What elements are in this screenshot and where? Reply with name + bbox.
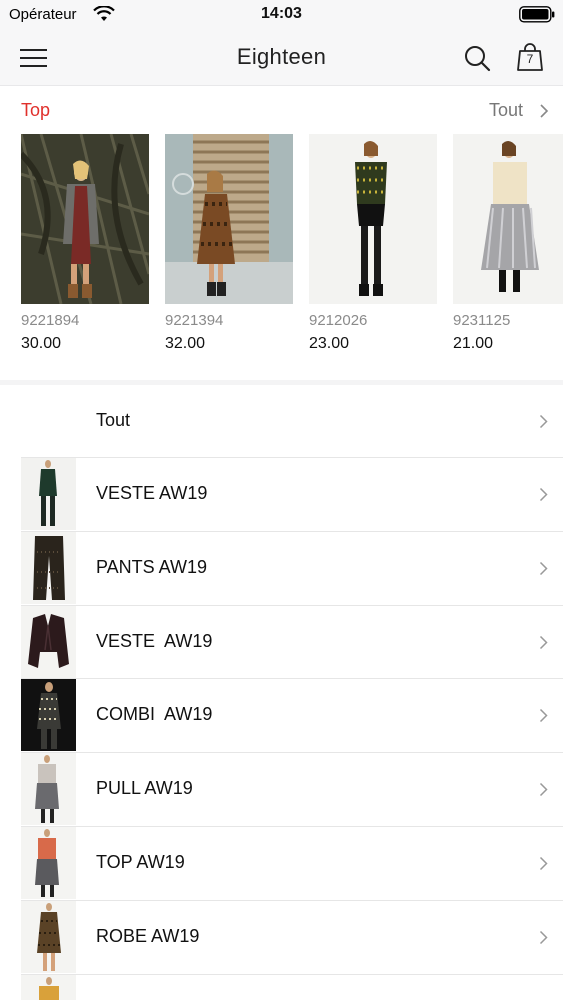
- product-photo[interactable]: [453, 134, 563, 304]
- chevron-right-icon: [539, 709, 548, 723]
- product-card[interactable]: 9231125 21.00: [453, 134, 563, 353]
- category-label: VESTE AW19: [96, 483, 208, 503]
- product-code: 9221894: [21, 312, 80, 329]
- product-photo[interactable]: [309, 134, 437, 304]
- list-item[interactable]: TOP AW19: [21, 826, 563, 901]
- category-thumbnail: [21, 974, 76, 1000]
- top-section-header: Top Tout: [0, 86, 563, 134]
- chevron-right-icon: [539, 783, 548, 797]
- list-item[interactable]: COMBI AW19: [21, 679, 563, 754]
- category-thumbnail: [21, 826, 76, 899]
- product-price: 30.00: [21, 335, 62, 352]
- product-code: 9231125: [453, 312, 511, 329]
- category-label: COMBI AW19: [96, 704, 213, 725]
- category-label: PANTS AW19: [96, 556, 208, 577]
- list-item[interactable]: [21, 974, 563, 1000]
- chevron-right-icon: [539, 856, 548, 871]
- product-price: 32.00: [165, 335, 206, 352]
- top-see-all-link[interactable]: Tout: [489, 100, 523, 121]
- chevron-right-icon: [539, 414, 548, 429]
- top-products-carousel[interactable]: 9221894 30.00 9221394 32.00 9212026 23.0…: [21, 134, 563, 364]
- product-photo[interactable]: [165, 134, 293, 304]
- list-item[interactable]: VESTE AW19: [21, 605, 563, 680]
- category-label: Tout: [96, 410, 131, 430]
- category-thumbnail: [21, 679, 76, 752]
- product-card[interactable]: 9221394 32.00: [165, 134, 295, 353]
- category-label: VESTE AW19: [96, 630, 213, 651]
- product-code: 9221394: [165, 312, 224, 329]
- list-item[interactable]: Tout: [21, 385, 563, 458]
- nav-bar: Eighteen 7: [0, 30, 563, 86]
- top-section-title: Top: [21, 100, 51, 120]
- category-label: TOP AW19: [96, 851, 185, 872]
- shopping-bag-button[interactable]: 7: [516, 42, 544, 72]
- category-thumbnail: [21, 605, 76, 678]
- list-item[interactable]: ROBE AW19: [21, 900, 563, 975]
- product-price: 21.00: [453, 335, 494, 352]
- status-bar: Opérateur 14:03: [0, 0, 563, 30]
- list-item[interactable]: PANTS AW19: [21, 531, 563, 606]
- list-item[interactable]: PULL AW19: [21, 753, 563, 827]
- chevron-right-icon: [539, 930, 548, 944]
- chevron-right-icon[interactable]: [539, 103, 549, 119]
- product-code: 9212026: [309, 312, 368, 329]
- chevron-right-icon: [539, 561, 548, 575]
- category-list: Tout VESTE AW19 PANTS AW19 VESTE AW19 CO…: [0, 385, 563, 1000]
- list-item[interactable]: VESTE AW19: [21, 458, 563, 532]
- product-card[interactable]: 9212026 23.00: [309, 134, 439, 353]
- category-label: PULL AW19: [96, 778, 193, 799]
- product-card[interactable]: 9221894 30.00: [21, 134, 151, 353]
- battery-icon: [519, 6, 555, 23]
- cart-count-badge: 7: [526, 52, 534, 66]
- product-price: 23.00: [309, 335, 350, 352]
- search-icon[interactable]: [463, 44, 491, 72]
- category-thumbnail: [21, 753, 76, 826]
- category-thumbnail: [21, 531, 76, 604]
- clock: 14:03: [261, 5, 302, 22]
- category-thumbnail: [21, 458, 76, 530]
- category-label: ROBE AW19: [96, 925, 200, 946]
- chevron-right-icon: [539, 635, 548, 649]
- category-thumbnail: [21, 900, 76, 973]
- product-photo[interactable]: [21, 134, 149, 304]
- chevron-right-icon: [539, 487, 548, 502]
